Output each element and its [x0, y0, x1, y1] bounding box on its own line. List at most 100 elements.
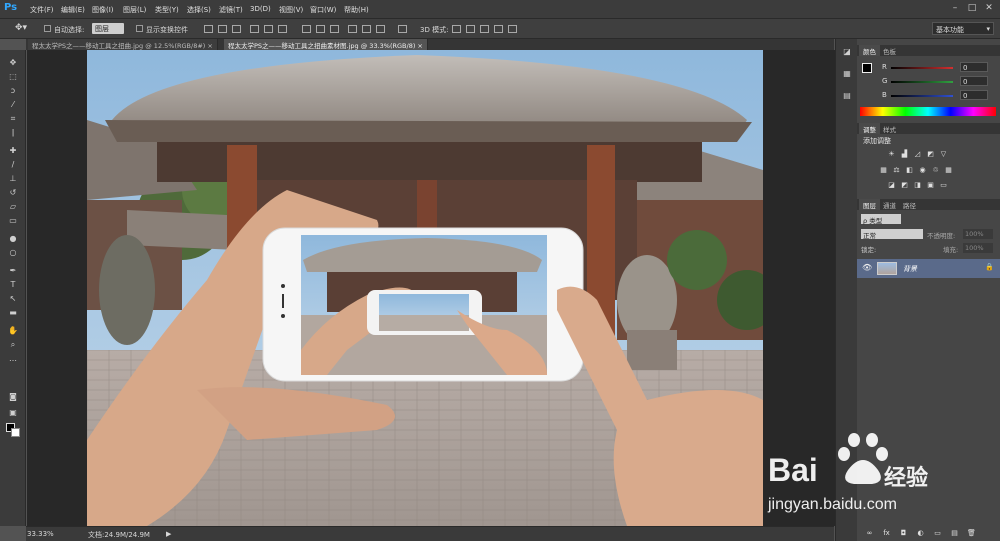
crop-tool-icon[interactable]: ⌗	[8, 114, 18, 124]
fill-input[interactable]: 100%	[963, 243, 993, 253]
tab-swatches[interactable]: 色板	[879, 45, 900, 56]
minimize-icon[interactable]: –	[950, 3, 960, 13]
align-hcenter-icon[interactable]	[264, 25, 273, 33]
vibrance-icon[interactable]: ▽	[939, 150, 948, 158]
curves-icon[interactable]: ◿	[913, 150, 922, 158]
menu-image[interactable]: 图像(I)	[92, 5, 114, 15]
distribute-right-icon[interactable]	[376, 25, 385, 33]
quick-mask-icon[interactable]: ◙	[8, 392, 18, 402]
slider-b-value[interactable]: 0	[960, 90, 988, 100]
pen-tool-icon[interactable]: ✒	[8, 266, 18, 276]
align-vcenter-icon[interactable]	[218, 25, 227, 33]
slider-b[interactable]	[891, 95, 953, 97]
brightness-icon[interactable]: ☀	[887, 150, 896, 158]
opacity-input[interactable]: 100%	[963, 229, 993, 239]
levels-icon[interactable]: ▟	[900, 150, 909, 158]
slider-r-value[interactable]: 0	[960, 62, 988, 72]
tab-document-2[interactable]: 程太太学PS之——移动工具之扭曲素材图.jpg @ 33.3%(RGB/8) ×	[224, 39, 428, 50]
layer-name[interactable]: 背景	[903, 264, 917, 274]
slider-g-value[interactable]: 0	[960, 76, 988, 86]
channel-mixer-icon[interactable]: ♲	[931, 166, 940, 174]
color-panel-icon[interactable]: ◪	[842, 47, 852, 57]
new-adjustment-icon[interactable]: ◐	[916, 529, 925, 537]
tab-document-1[interactable]: 程太太学PS之——移动工具之扭曲.jpg @ 12.5%(RGB/8#) ×	[28, 39, 218, 50]
workspace-dropdown[interactable]: 基本功能 ▾	[932, 22, 994, 35]
align-bottom-icon[interactable]	[232, 25, 241, 33]
hue-saturation-icon[interactable]: ▦	[879, 166, 888, 174]
layer-kind-filter[interactable]: ρ 类型	[861, 214, 901, 225]
auto-align-icon[interactable]	[398, 25, 407, 33]
tab-styles[interactable]: 样式	[879, 123, 900, 134]
quick-select-tool-icon[interactable]: ⁄	[8, 100, 18, 110]
photo-filter-icon[interactable]: ◉	[918, 166, 927, 174]
maximize-icon[interactable]: □	[967, 3, 977, 13]
menu-view[interactable]: 视图(V)	[279, 5, 303, 15]
align-left-icon[interactable]	[250, 25, 259, 33]
trash-icon[interactable]: 🗑	[967, 529, 976, 537]
swatches-panel-icon[interactable]: ▦	[842, 69, 852, 79]
slider-r[interactable]	[891, 67, 953, 69]
menu-type[interactable]: 类型(Y)	[155, 5, 179, 15]
auto-select-checkbox[interactable]	[44, 25, 51, 32]
move-tool-icon[interactable]: ✥	[8, 58, 18, 68]
show-transform-checkbox[interactable]	[136, 25, 143, 32]
3d-roll-icon[interactable]	[466, 25, 475, 33]
new-group-icon[interactable]: ▭	[933, 529, 942, 537]
zoom-tool-icon[interactable]: ⌕	[8, 340, 18, 350]
blur-tool-icon[interactable]: ●	[8, 234, 18, 244]
exposure-icon[interactable]: ◩	[926, 150, 935, 158]
tab-layers[interactable]: 图层	[859, 199, 880, 210]
document-canvas[interactable]	[87, 50, 763, 526]
eyedropper-tool-icon[interactable]: ǀ	[8, 128, 18, 138]
distribute-top-icon[interactable]	[302, 25, 311, 33]
align-top-icon[interactable]	[204, 25, 213, 33]
color-balance-icon[interactable]: ⚖	[892, 166, 901, 174]
tab-paths[interactable]: 路径	[899, 199, 920, 210]
menu-help[interactable]: 帮助(H)	[344, 5, 369, 15]
menu-filter[interactable]: 滤镜(T)	[219, 5, 243, 15]
spectrum-bar[interactable]	[860, 107, 996, 116]
menu-3d[interactable]: 3D(D)	[250, 5, 271, 13]
blend-mode-dropdown[interactable]: 正常	[861, 229, 923, 240]
link-layers-icon[interactable]: ∞	[865, 529, 874, 537]
screen-mode-icon[interactable]: ▣	[8, 408, 18, 418]
threshold-icon[interactable]: ◨	[913, 181, 922, 189]
align-right-icon[interactable]	[278, 25, 287, 33]
color-lookup-icon[interactable]: ▦	[944, 166, 953, 174]
more-tools-icon[interactable]: …	[8, 354, 18, 364]
menu-select[interactable]: 选择(S)	[187, 5, 211, 15]
3d-pan-icon[interactable]	[480, 25, 489, 33]
path-select-tool-icon[interactable]: ↖	[8, 294, 18, 304]
menu-file[interactable]: 文件(F)	[30, 5, 54, 15]
clone-stamp-tool-icon[interactable]: ⊥	[8, 174, 18, 184]
type-tool-icon[interactable]: T	[8, 280, 18, 290]
brush-tool-icon[interactable]: /	[8, 160, 18, 170]
distribute-hcenter-icon[interactable]	[362, 25, 371, 33]
distribute-vcenter-icon[interactable]	[316, 25, 325, 33]
fx-icon[interactable]: fx	[882, 529, 891, 537]
lasso-tool-icon[interactable]: ↄ	[8, 86, 18, 96]
hand-tool-icon[interactable]: ✋	[8, 326, 18, 336]
selective-color-icon[interactable]: ▣	[926, 181, 935, 189]
shape-tool-icon[interactable]: ▬	[8, 308, 18, 318]
tab-color[interactable]: 颜色	[859, 45, 880, 56]
history-panel-icon[interactable]: ▤	[842, 91, 852, 101]
distribute-bottom-icon[interactable]	[330, 25, 339, 33]
gradient-tool-icon[interactable]: ▭	[8, 216, 18, 226]
invert-icon[interactable]: ◪	[887, 181, 896, 189]
new-layer-icon[interactable]: ▤	[950, 529, 959, 537]
zoom-level[interactable]: 33.33%	[27, 530, 54, 538]
menu-layer[interactable]: 图层(L)	[123, 5, 146, 15]
menu-edit[interactable]: 编辑(E)	[61, 5, 85, 15]
dodge-tool-icon[interactable]: ○	[8, 248, 18, 258]
slider-g[interactable]	[891, 81, 953, 83]
tab-adjustments[interactable]: 调整	[859, 123, 880, 134]
move-tool-icon[interactable]: ✥▾	[15, 23, 27, 33]
3d-scale-icon[interactable]	[508, 25, 517, 33]
posterize-icon[interactable]: ◩	[900, 181, 909, 189]
menu-window[interactable]: 窗口(W)	[310, 5, 336, 15]
gradient-map-icon[interactable]: ▭	[939, 181, 948, 189]
color-panel-fg-swatch[interactable]	[862, 63, 872, 73]
black-white-icon[interactable]: ◧	[905, 166, 914, 174]
history-brush-tool-icon[interactable]: ↺	[8, 188, 18, 198]
